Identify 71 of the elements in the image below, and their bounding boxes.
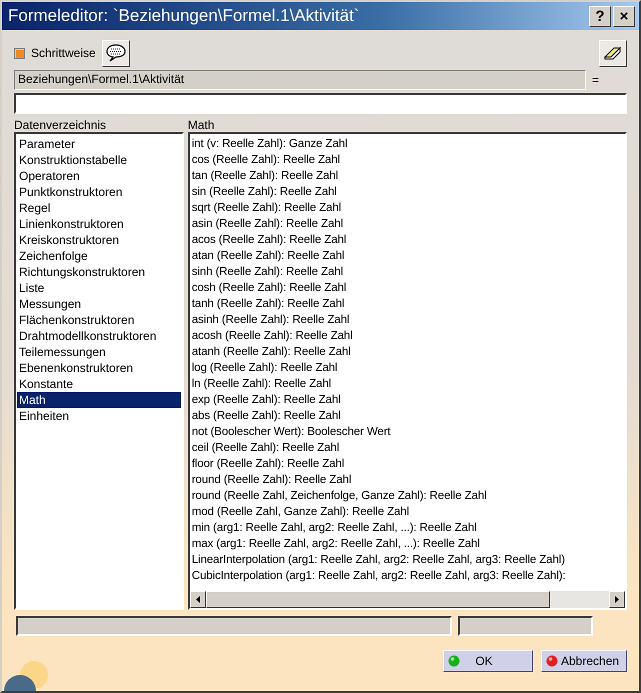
list-item[interactable]: tanh (Reelle Zahl): Reelle Zahl [190, 296, 624, 312]
list-item[interactable]: Zeichenfolge [17, 248, 181, 264]
eraser-button[interactable] [599, 40, 627, 66]
list-item[interactable]: Ebenenkonstruktoren [17, 360, 181, 376]
close-button[interactable]: × [613, 6, 635, 26]
help-button[interactable]: ? [589, 6, 611, 26]
list-item[interactable]: abs (Reelle Zahl): Reelle Zahl [190, 408, 624, 424]
list-item[interactable]: asinh (Reelle Zahl): Reelle Zahl [190, 312, 624, 328]
list-item[interactable]: sqrt (Reelle Zahl): Reelle Zahl [190, 200, 624, 216]
status-light-icon [448, 655, 460, 667]
list-item[interactable]: log (Reelle Zahl): Reelle Zahl [190, 360, 624, 376]
list-item[interactable]: Parameter [17, 136, 181, 152]
list-item[interactable]: Richtungskonstruktoren [17, 264, 181, 280]
list-item[interactable]: CubicInterpolation (arg1: Reelle Zahl, arg2: Reelle Zahl, arg3: Reelle Zahl): [190, 568, 624, 584]
list-item[interactable]: sin (Reelle Zahl): Reelle Zahl [190, 184, 624, 200]
list-item[interactable]: round (Reelle Zahl): Reelle Zahl [190, 472, 624, 488]
list-item[interactable]: cosh (Reelle Zahl): Reelle Zahl [190, 280, 624, 296]
list-item[interactable]: LinearInterpolation (arg1: Reelle Zahl, arg2: Reelle Zahl, arg3: Reelle Zahl) [190, 552, 624, 568]
cancel-button[interactable]: Abbrechen [541, 650, 627, 672]
list-item[interactable]: atan (Reelle Zahl): Reelle Zahl [190, 248, 624, 264]
list-item[interactable]: max (arg1: Reelle Zahl, arg2: Reelle Zahl, ...): Reelle Zahl [190, 536, 624, 552]
list-item[interactable]: exp (Reelle Zahl): Reelle Zahl [190, 392, 624, 408]
list-item[interactable]: sinh (Reelle Zahl): Reelle Zahl [190, 264, 624, 280]
list-item[interactable]: Einheiten [17, 408, 181, 424]
list-item[interactable]: Regel [17, 200, 181, 216]
scroll-right-button[interactable] [609, 591, 625, 608]
list-item[interactable]: Konstante [17, 376, 181, 392]
list-label: Math [188, 118, 216, 132]
list-item[interactable]: cos (Reelle Zahl): Reelle Zahl [190, 152, 624, 168]
list-item[interactable]: ln (Reelle Zahl): Reelle Zahl [190, 376, 624, 392]
eraser-icon [603, 45, 623, 61]
list-item[interactable]: not (Boolescher Wert): Boolescher Wert [190, 424, 624, 440]
scroll-thumb[interactable] [206, 591, 550, 608]
list-label: Datenverzeichnis [14, 118, 108, 132]
checkbox-label: Schrittweise [31, 46, 96, 60]
status-light-icon [546, 655, 558, 667]
window-title: Formeleditor: `Beziehungen\Formel.1\Aktivität` [8, 6, 360, 26]
speech-bubble-icon [104, 43, 127, 63]
scroll-left-button[interactable] [190, 591, 206, 608]
list-item[interactable]: atanh (Reelle Zahl): Reelle Zahl [190, 344, 624, 360]
right-arrow-icon [615, 596, 619, 603]
list-item[interactable]: acosh (Reelle Zahl): Reelle Zahl [190, 328, 624, 344]
list-item[interactable]: round (Reelle Zahl, Zeichenfolge, Ganze Zahl): Reelle Zahl [190, 488, 624, 504]
list-item[interactable]: Drahtmodellkonstruktoren [17, 328, 181, 344]
list-item[interactable]: tan (Reelle Zahl): Reelle Zahl [190, 168, 624, 184]
list-item[interactable]: Punktkonstruktoren [17, 184, 181, 200]
list-item[interactable]: min (arg1: Reelle Zahl, arg2: Reelle Zahl, ...): Reelle Zahl [190, 520, 624, 536]
globe-icon [4, 661, 48, 691]
horizontal-scrollbar[interactable] [190, 591, 625, 608]
list-item[interactable]: mod (Reelle Zahl, Ganze Zahl): Reelle Zahl [190, 504, 624, 520]
list-item[interactable]: int (v: Reelle Zahl): Ganze Zahl [190, 136, 624, 152]
list-item[interactable]: ceil (Reelle Zahl): Reelle Zahl [190, 440, 624, 456]
parameter-path-field: Beziehungen\Formel.1\Aktivität [14, 70, 586, 90]
list-item[interactable]: Teilemessungen [17, 344, 181, 360]
list-item[interactable]: Operatoren [17, 168, 181, 184]
list-item[interactable]: Kreiskonstruktoren [17, 232, 181, 248]
list-item[interactable]: Linienkonstruktoren [17, 216, 181, 232]
speech-bubble-button[interactable] [102, 40, 130, 66]
equals-sign: = [592, 73, 600, 87]
list-item[interactable]: Konstruktionstabelle [17, 152, 181, 168]
list-item[interactable]: Messungen [17, 296, 181, 312]
list-item[interactable]: Math [17, 392, 181, 408]
ok-button[interactable]: OK [443, 650, 533, 672]
checkbox[interactable] [14, 48, 25, 58]
list-item[interactable]: acos (Reelle Zahl): Reelle Zahl [190, 232, 624, 248]
formula-input[interactable] [14, 93, 627, 114]
list-item[interactable]: asin (Reelle Zahl): Reelle Zahl [190, 216, 624, 232]
left-arrow-icon [196, 596, 200, 603]
list-item[interactable]: floor (Reelle Zahl): Reelle Zahl [190, 456, 624, 472]
list-item[interactable]: Flächenkonstruktoren [17, 312, 181, 328]
list-item[interactable]: Liste [17, 280, 181, 296]
